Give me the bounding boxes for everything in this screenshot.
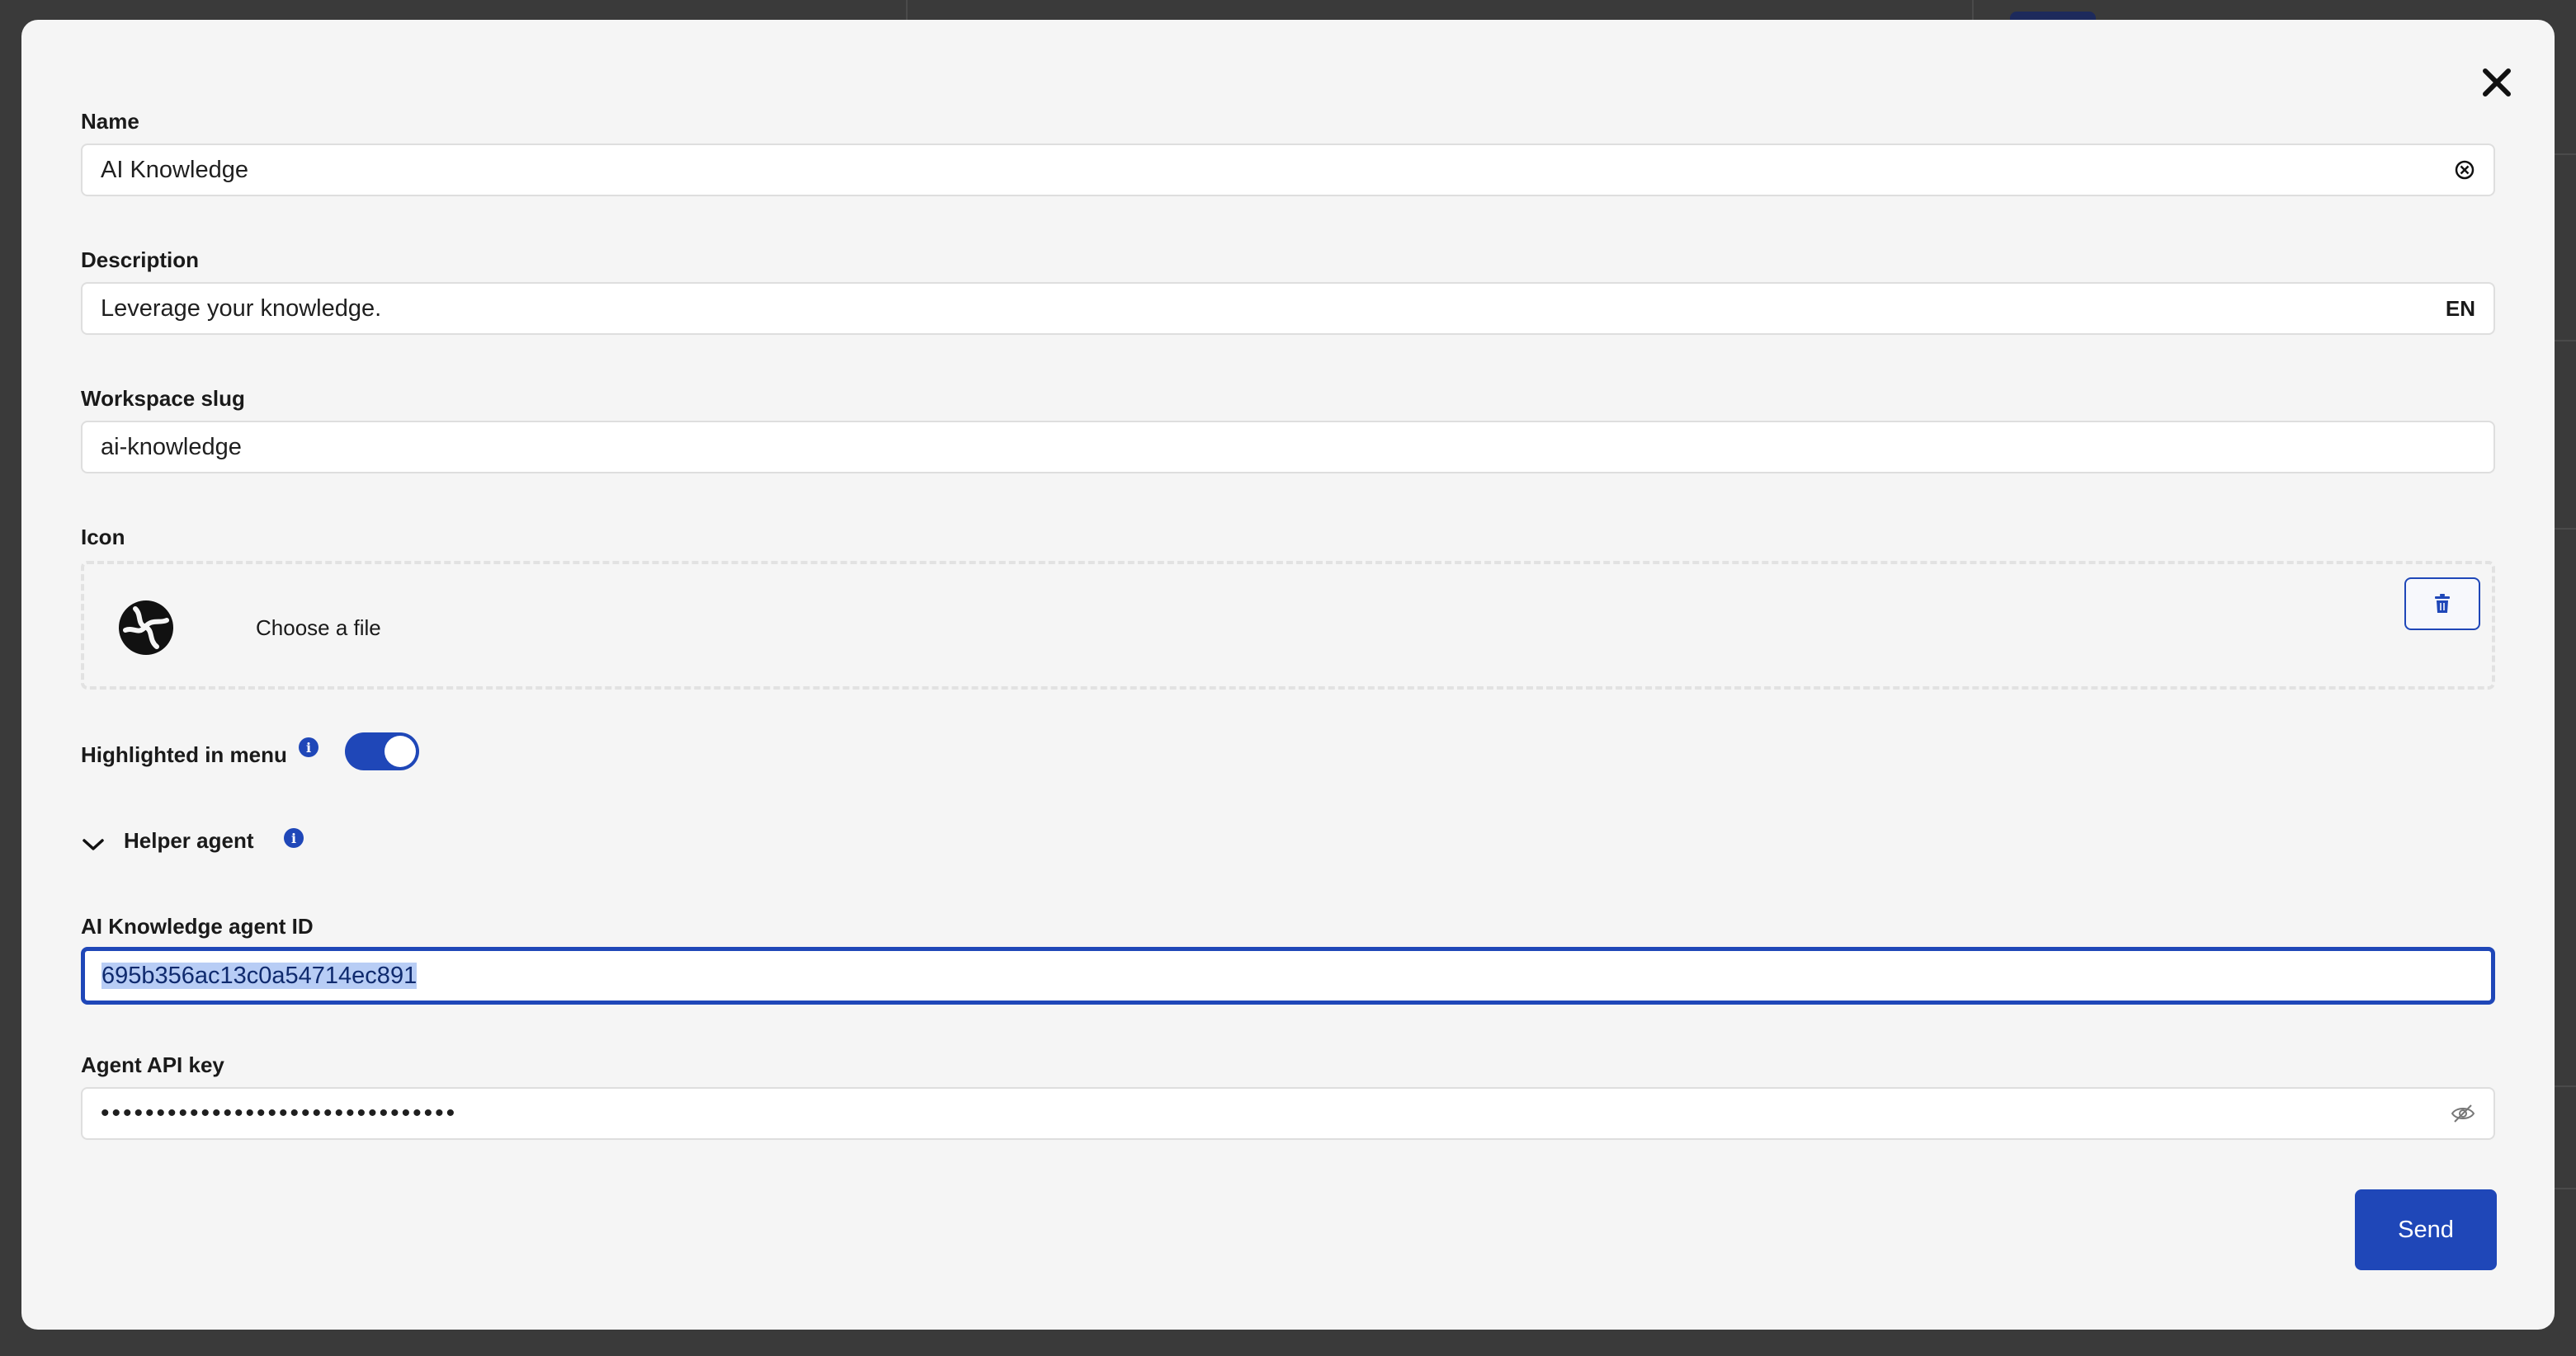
helper-agent-toggle[interactable]: Helper agent [124, 828, 254, 854]
edit-workspace-modal: Name AI Knowledge Description Leverage y… [21, 20, 2555, 1330]
clear-input-icon[interactable] [2454, 159, 2475, 181]
brain-logo-icon [119, 600, 173, 655]
toggle-knob [385, 736, 416, 767]
info-icon[interactable]: i [299, 737, 318, 757]
workspace-slug-input[interactable]: ai-knowledge [81, 421, 2495, 473]
close-icon [2483, 68, 2511, 97]
workspace-slug-label: Workspace slug [81, 386, 245, 411]
description-value: Leverage your knowledge. [101, 294, 382, 322]
background-divider [2551, 1188, 2576, 1189]
highlighted-in-menu-toggle[interactable] [345, 732, 419, 770]
agent-id-input[interactable]: 695b356ac13c0a54714ec891 [81, 947, 2495, 1005]
language-selector[interactable]: EN [2446, 296, 2475, 322]
trash-icon [2435, 594, 2450, 613]
agent-id-value: 695b356ac13c0a54714ec891 [101, 962, 418, 989]
close-button[interactable] [2475, 61, 2518, 104]
background-divider [2551, 340, 2576, 341]
api-key-input[interactable]: •••••••••••••••••••••••••••••••• [81, 1087, 2495, 1140]
name-label: Name [81, 109, 139, 134]
description-input[interactable]: Leverage your knowledge. EN [81, 282, 2495, 335]
background-divider [2551, 153, 2576, 155]
agent-id-label: AI Knowledge agent ID [81, 914, 314, 939]
workspace-slug-value: ai-knowledge [101, 433, 242, 460]
info-icon[interactable]: i [284, 828, 304, 848]
name-input[interactable]: AI Knowledge [81, 144, 2495, 196]
background-divider [2551, 1085, 2576, 1087]
eye-slash-icon[interactable] [2451, 1104, 2475, 1123]
api-key-label: Agent API key [81, 1052, 224, 1077]
chevron-down-icon[interactable] [81, 835, 106, 855]
name-value: AI Knowledge [101, 156, 248, 183]
icon-label: Icon [81, 525, 125, 549]
send-button[interactable]: Send [2355, 1189, 2497, 1270]
icon-dropzone[interactable]: Choose a file [81, 561, 2495, 690]
choose-file-link[interactable]: Choose a file [256, 615, 381, 641]
background-divider [2551, 528, 2576, 530]
highlighted-in-menu-label: Highlighted in menu [81, 742, 287, 767]
description-label: Description [81, 247, 200, 272]
api-key-value: •••••••••••••••••••••••••••••••• [101, 1099, 458, 1127]
delete-icon-button[interactable] [2404, 577, 2480, 630]
